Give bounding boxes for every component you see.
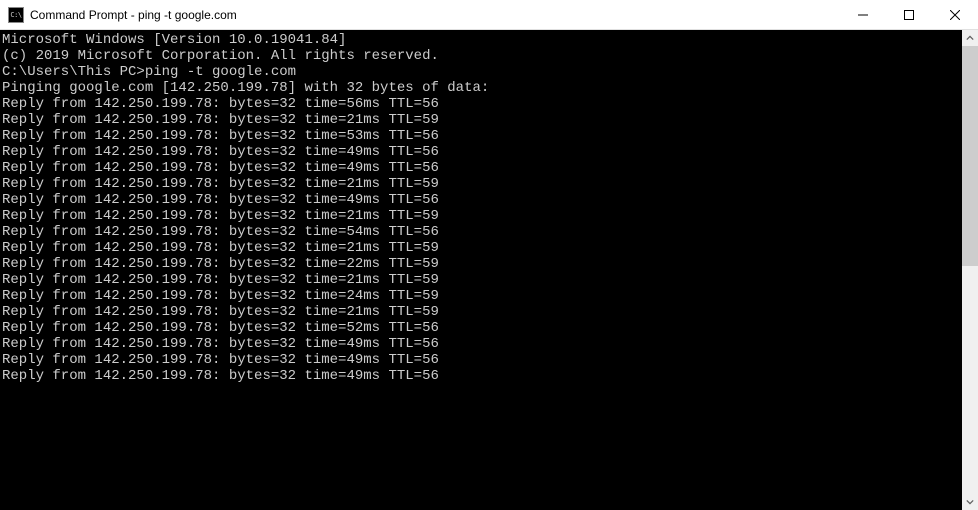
app-icon: C:\ xyxy=(8,7,24,23)
terminal-line: Reply from 142.250.199.78: bytes=32 time… xyxy=(2,320,962,336)
terminal-line: Reply from 142.250.199.78: bytes=32 time… xyxy=(2,368,962,384)
terminal-line: Reply from 142.250.199.78: bytes=32 time… xyxy=(2,240,962,256)
maximize-button[interactable] xyxy=(886,0,932,29)
chevron-up-icon xyxy=(966,34,974,42)
titlebar[interactable]: C:\ Command Prompt - ping -t google.com xyxy=(0,0,978,30)
terminal-line: Reply from 142.250.199.78: bytes=32 time… xyxy=(2,336,962,352)
window-title: Command Prompt - ping -t google.com xyxy=(30,8,840,22)
terminal-line: Reply from 142.250.199.78: bytes=32 time… xyxy=(2,272,962,288)
terminal-area: Microsoft Windows [Version 10.0.19041.84… xyxy=(0,30,978,510)
close-icon xyxy=(950,10,960,20)
window-controls xyxy=(840,0,978,29)
terminal-line: Reply from 142.250.199.78: bytes=32 time… xyxy=(2,256,962,272)
terminal-line: Reply from 142.250.199.78: bytes=32 time… xyxy=(2,144,962,160)
terminal-line: Microsoft Windows [Version 10.0.19041.84… xyxy=(2,32,962,48)
terminal-line: Reply from 142.250.199.78: bytes=32 time… xyxy=(2,112,962,128)
command-prompt-window: C:\ Command Prompt - ping -t google.com … xyxy=(0,0,978,510)
minimize-icon xyxy=(858,10,868,20)
terminal-output[interactable]: Microsoft Windows [Version 10.0.19041.84… xyxy=(0,30,962,510)
scrollbar-thumb[interactable] xyxy=(962,46,978,266)
close-button[interactable] xyxy=(932,0,978,29)
terminal-line: Reply from 142.250.199.78: bytes=32 time… xyxy=(2,288,962,304)
terminal-line: Reply from 142.250.199.78: bytes=32 time… xyxy=(2,128,962,144)
terminal-line: Reply from 142.250.199.78: bytes=32 time… xyxy=(2,176,962,192)
terminal-line: (c) 2019 Microsoft Corporation. All righ… xyxy=(2,48,962,64)
terminal-line: Reply from 142.250.199.78: bytes=32 time… xyxy=(2,96,962,112)
terminal-line: Reply from 142.250.199.78: bytes=32 time… xyxy=(2,352,962,368)
terminal-line: Reply from 142.250.199.78: bytes=32 time… xyxy=(2,192,962,208)
maximize-icon xyxy=(904,10,914,20)
terminal-line: Pinging google.com [142.250.199.78] with… xyxy=(2,80,962,96)
scrollbar-track[interactable] xyxy=(962,46,978,494)
terminal-line: Reply from 142.250.199.78: bytes=32 time… xyxy=(2,304,962,320)
terminal-line: C:\Users\This PC>ping -t google.com xyxy=(2,64,962,80)
terminal-line: Reply from 142.250.199.78: bytes=32 time… xyxy=(2,208,962,224)
vertical-scrollbar[interactable] xyxy=(962,30,978,510)
scrollbar-up-button[interactable] xyxy=(962,30,978,46)
minimize-button[interactable] xyxy=(840,0,886,29)
terminal-line: Reply from 142.250.199.78: bytes=32 time… xyxy=(2,224,962,240)
chevron-down-icon xyxy=(966,498,974,506)
scrollbar-down-button[interactable] xyxy=(962,494,978,510)
terminal-line: Reply from 142.250.199.78: bytes=32 time… xyxy=(2,160,962,176)
